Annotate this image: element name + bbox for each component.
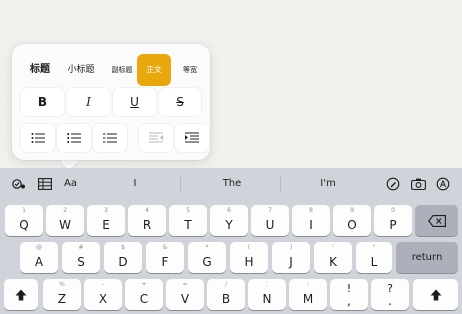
decrease-indent-button[interactable] [139, 124, 173, 152]
key-v[interactable]: = V [166, 279, 204, 310]
bulleted-list-button[interactable] [21, 124, 55, 152]
key-g[interactable]: * G [188, 242, 226, 273]
key-y[interactable]: 6Y [210, 205, 248, 236]
camera-icon[interactable] [409, 176, 427, 192]
underline-button[interactable]: U [113, 88, 156, 116]
key-u[interactable]: 7U [251, 205, 289, 236]
key-b[interactable]: / B [207, 279, 245, 310]
key-i[interactable]: 8I [292, 205, 330, 236]
style-heading[interactable]: 副标题 [107, 54, 137, 86]
style-title[interactable]: 标题 [28, 54, 52, 86]
key-m[interactable]: :M [289, 279, 327, 310]
format-popover: 标题 小标题 副标题 正文 等宽 B I U S [12, 44, 210, 160]
shift-key-left[interactable] [4, 279, 38, 310]
key-l[interactable]: " L [356, 242, 392, 273]
delete-key[interactable] [415, 205, 458, 236]
key-question-period[interactable]: ?. [371, 279, 409, 310]
backspace-icon [427, 214, 446, 227]
numbered-list-icon [67, 133, 81, 143]
keyboard-shortcut-bar: Aa I The I'm [0, 168, 462, 201]
suggestion-divider [280, 176, 281, 192]
markup-icon[interactable] [384, 176, 402, 192]
key-exclamation-comma[interactable]: !, [330, 279, 368, 310]
increase-indent-icon [185, 132, 199, 143]
style-monospaced[interactable]: 等宽 [179, 54, 201, 86]
key-t[interactable]: 5T [169, 205, 207, 236]
key-e[interactable]: 3E [87, 205, 125, 236]
return-key[interactable]: return [396, 242, 458, 273]
key-f[interactable]: & F [146, 242, 184, 273]
increase-indent-button[interactable] [175, 124, 209, 152]
strikethrough-button[interactable]: S [159, 88, 201, 116]
on-screen-keyboard: Aa I The I'm 1Q 2W 3E 4R 5T 6Y 7U 8I 9O … [0, 168, 462, 314]
suggestion-2[interactable]: The [190, 176, 274, 192]
checklist-icon[interactable] [10, 176, 28, 192]
key-w[interactable]: 2W [46, 205, 84, 236]
format-aa-button[interactable]: Aa [64, 176, 77, 192]
list-format-row [21, 124, 209, 152]
key-d[interactable]: $ D [104, 242, 142, 273]
shift-icon [15, 289, 27, 300]
key-q[interactable]: 1Q [5, 205, 43, 236]
shift-icon [430, 289, 441, 300]
key-j[interactable]: ) J [272, 242, 310, 273]
key-r[interactable]: 4R [128, 205, 166, 236]
italic-button[interactable]: I [67, 88, 110, 116]
bold-button[interactable]: B [21, 88, 64, 116]
suggestion-3[interactable]: I'm [288, 176, 368, 192]
style-subtitle[interactable]: 小标题 [64, 54, 98, 86]
key-s[interactable]: # S [62, 242, 100, 273]
text-format-row: B I U S [21, 88, 201, 116]
suggestion-1[interactable]: I [95, 176, 175, 192]
key-p[interactable]: 0P [374, 205, 412, 236]
paragraph-style-row: 标题 小标题 副标题 正文 等宽 [20, 54, 204, 86]
key-z[interactable]: % Z [43, 279, 81, 310]
shift-key-right[interactable] [413, 279, 458, 310]
bulleted-list-icon [31, 133, 45, 143]
key-o[interactable]: 9O [333, 205, 371, 236]
dashed-list-button[interactable] [93, 124, 127, 152]
key-n[interactable]: ; N [248, 279, 286, 310]
decrease-indent-icon [149, 132, 163, 143]
key-c[interactable]: + C [125, 279, 163, 310]
key-k[interactable]: ' K [314, 242, 352, 273]
table-icon[interactable] [36, 176, 54, 192]
suggestion-divider [180, 176, 181, 192]
numbered-list-button[interactable] [57, 124, 91, 152]
key-a[interactable]: @ A [20, 242, 58, 273]
key-x[interactable]: -X [84, 279, 122, 310]
style-body-selected[interactable]: 正文 [137, 54, 171, 86]
handwriting-icon[interactable] [434, 176, 452, 192]
dashed-list-icon [103, 133, 117, 143]
key-h[interactable]: (H [230, 242, 268, 273]
